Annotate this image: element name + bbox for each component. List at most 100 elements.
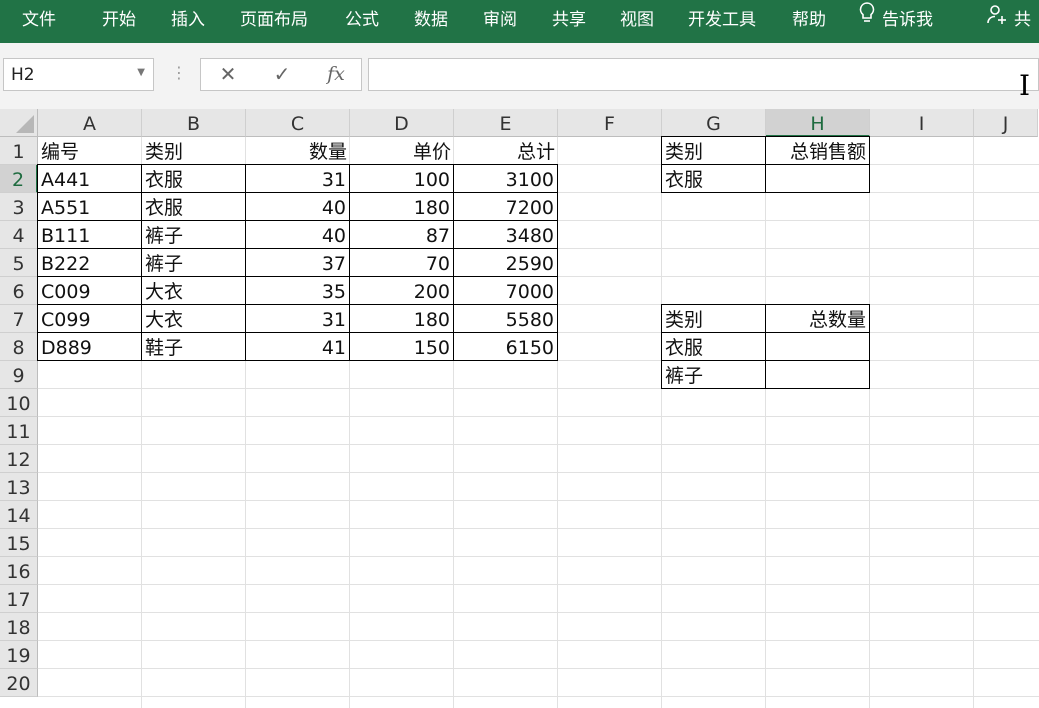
cell-g8[interactable]: 衣服: [661, 332, 766, 361]
cell-e5[interactable]: 2590: [453, 248, 558, 277]
cell-d4[interactable]: 87: [349, 220, 454, 249]
tab-insert[interactable]: 插入: [171, 0, 205, 40]
cell-g7[interactable]: 类别: [661, 304, 766, 333]
cell-d6[interactable]: 200: [349, 276, 454, 305]
cell-e8[interactable]: 6150: [453, 332, 558, 361]
row-header-17[interactable]: 17: [0, 585, 38, 613]
cell-c7[interactable]: 31: [245, 304, 350, 333]
column-header-g[interactable]: G: [662, 109, 766, 137]
column-header-e[interactable]: E: [454, 109, 558, 137]
cell-d5[interactable]: 70: [349, 248, 454, 277]
row-header-3[interactable]: 3: [0, 193, 38, 221]
cell-d7[interactable]: 180: [349, 304, 454, 333]
cell-h8[interactable]: [765, 332, 870, 361]
cancel-icon[interactable]: ✕: [210, 59, 246, 90]
cell-c6[interactable]: 35: [245, 276, 350, 305]
cell-b1[interactable]: 类别: [142, 137, 246, 165]
cell-c1[interactable]: 数量: [246, 137, 350, 165]
cell-a3[interactable]: A551: [37, 192, 142, 221]
row-header-9[interactable]: 9: [0, 361, 38, 389]
cell-e7[interactable]: 5580: [453, 304, 558, 333]
cell-c3[interactable]: 40: [245, 192, 350, 221]
tell-me-button[interactable]: 告诉我: [858, 0, 933, 40]
column-header-j[interactable]: J: [974, 109, 1038, 137]
cell-b6[interactable]: 大衣: [141, 276, 246, 305]
cell-b7[interactable]: 大衣: [141, 304, 246, 333]
column-header-h[interactable]: H: [766, 109, 870, 137]
row-header-14[interactable]: 14: [0, 501, 38, 529]
chevron-down-icon[interactable]: ▼: [137, 67, 145, 78]
cell-b4[interactable]: 裤子: [141, 220, 246, 249]
column-header-i[interactable]: I: [870, 109, 974, 137]
row-header-2[interactable]: 2: [0, 165, 38, 193]
tab-developer[interactable]: 开发工具: [688, 0, 756, 40]
cell-a8[interactable]: D889: [37, 332, 142, 361]
name-box[interactable]: H2 ▼: [3, 58, 154, 91]
cell-h2[interactable]: [765, 164, 870, 193]
drag-handle-icon[interactable]: ⋮: [171, 63, 187, 82]
tab-home[interactable]: 开始: [102, 0, 136, 40]
select-all-button[interactable]: [0, 109, 38, 137]
row-header-4[interactable]: 4: [0, 221, 38, 249]
cell-e2[interactable]: 3100: [453, 164, 558, 193]
cell-e1[interactable]: 总计: [454, 137, 558, 165]
cell-g1[interactable]: 类别: [661, 136, 766, 165]
row-header-1[interactable]: 1: [0, 137, 38, 165]
column-header-d[interactable]: D: [350, 109, 454, 137]
cell-e6[interactable]: 7000: [453, 276, 558, 305]
tab-page-layout[interactable]: 页面布局: [240, 0, 308, 40]
column-header-a[interactable]: A: [38, 109, 142, 137]
cell-b3[interactable]: 衣服: [141, 192, 246, 221]
row-header-20[interactable]: 20: [0, 669, 38, 697]
tab-formulas[interactable]: 公式: [345, 0, 379, 40]
tab-data[interactable]: 数据: [414, 0, 448, 40]
spreadsheet-grid[interactable]: A B C D E F G H I J 1 2 3 4 5 6 7 8 9 10 11 12 13 14 15 16 17 18 19 2…: [0, 109, 1039, 708]
cell-d8[interactable]: 150: [349, 332, 454, 361]
share-button[interactable]: 共: [986, 0, 1031, 40]
row-header-15[interactable]: 15: [0, 529, 38, 557]
cell-a6[interactable]: C009: [37, 276, 142, 305]
cell-a1[interactable]: 编号: [38, 137, 142, 165]
cell-g9[interactable]: 裤子: [661, 360, 766, 389]
tab-file[interactable]: 文件: [22, 0, 56, 40]
cell-a5[interactable]: B222: [37, 248, 142, 277]
cell-c8[interactable]: 41: [245, 332, 350, 361]
cell-c5[interactable]: 37: [245, 248, 350, 277]
cell-a7[interactable]: C099: [37, 304, 142, 333]
tab-view[interactable]: 视图: [620, 0, 654, 40]
row-header-18[interactable]: 18: [0, 613, 38, 641]
row-header-5[interactable]: 5: [0, 249, 38, 277]
cell-b8[interactable]: 鞋子: [141, 332, 246, 361]
tab-review[interactable]: 审阅: [483, 0, 517, 40]
cell-g2[interactable]: 衣服: [661, 164, 766, 193]
row-header-16[interactable]: 16: [0, 557, 38, 585]
enter-icon[interactable]: ✓: [264, 59, 300, 90]
column-header-f[interactable]: F: [558, 109, 662, 137]
cell-e4[interactable]: 3480: [453, 220, 558, 249]
column-header-c[interactable]: C: [246, 109, 350, 137]
row-header-11[interactable]: 11: [0, 417, 38, 445]
cell-b5[interactable]: 裤子: [141, 248, 246, 277]
cell-h9[interactable]: [765, 360, 870, 389]
cell-c2[interactable]: 31: [245, 164, 350, 193]
tab-share[interactable]: 共享: [552, 0, 586, 40]
cell-b2[interactable]: 衣服: [141, 164, 246, 193]
cell-d3[interactable]: 180: [349, 192, 454, 221]
cell-h1[interactable]: 总销售额: [765, 136, 870, 165]
cell-c4[interactable]: 40: [245, 220, 350, 249]
row-header-13[interactable]: 13: [0, 473, 38, 501]
formula-input[interactable]: [368, 58, 1039, 91]
row-header-8[interactable]: 8: [0, 333, 38, 361]
cell-h7[interactable]: 总数量: [765, 304, 870, 333]
cell-d2[interactable]: 100: [349, 164, 454, 193]
row-header-12[interactable]: 12: [0, 445, 38, 473]
cell-d1[interactable]: 单价: [350, 137, 454, 165]
row-header-10[interactable]: 10: [0, 389, 38, 417]
row-header-19[interactable]: 19: [0, 641, 38, 669]
tab-help[interactable]: 帮助: [792, 0, 826, 40]
insert-function-button[interactable]: fx: [318, 59, 354, 90]
row-header-6[interactable]: 6: [0, 277, 38, 305]
cell-a4[interactable]: B111: [37, 220, 142, 249]
cell-a2[interactable]: A441: [37, 164, 142, 193]
column-header-b[interactable]: B: [142, 109, 246, 137]
